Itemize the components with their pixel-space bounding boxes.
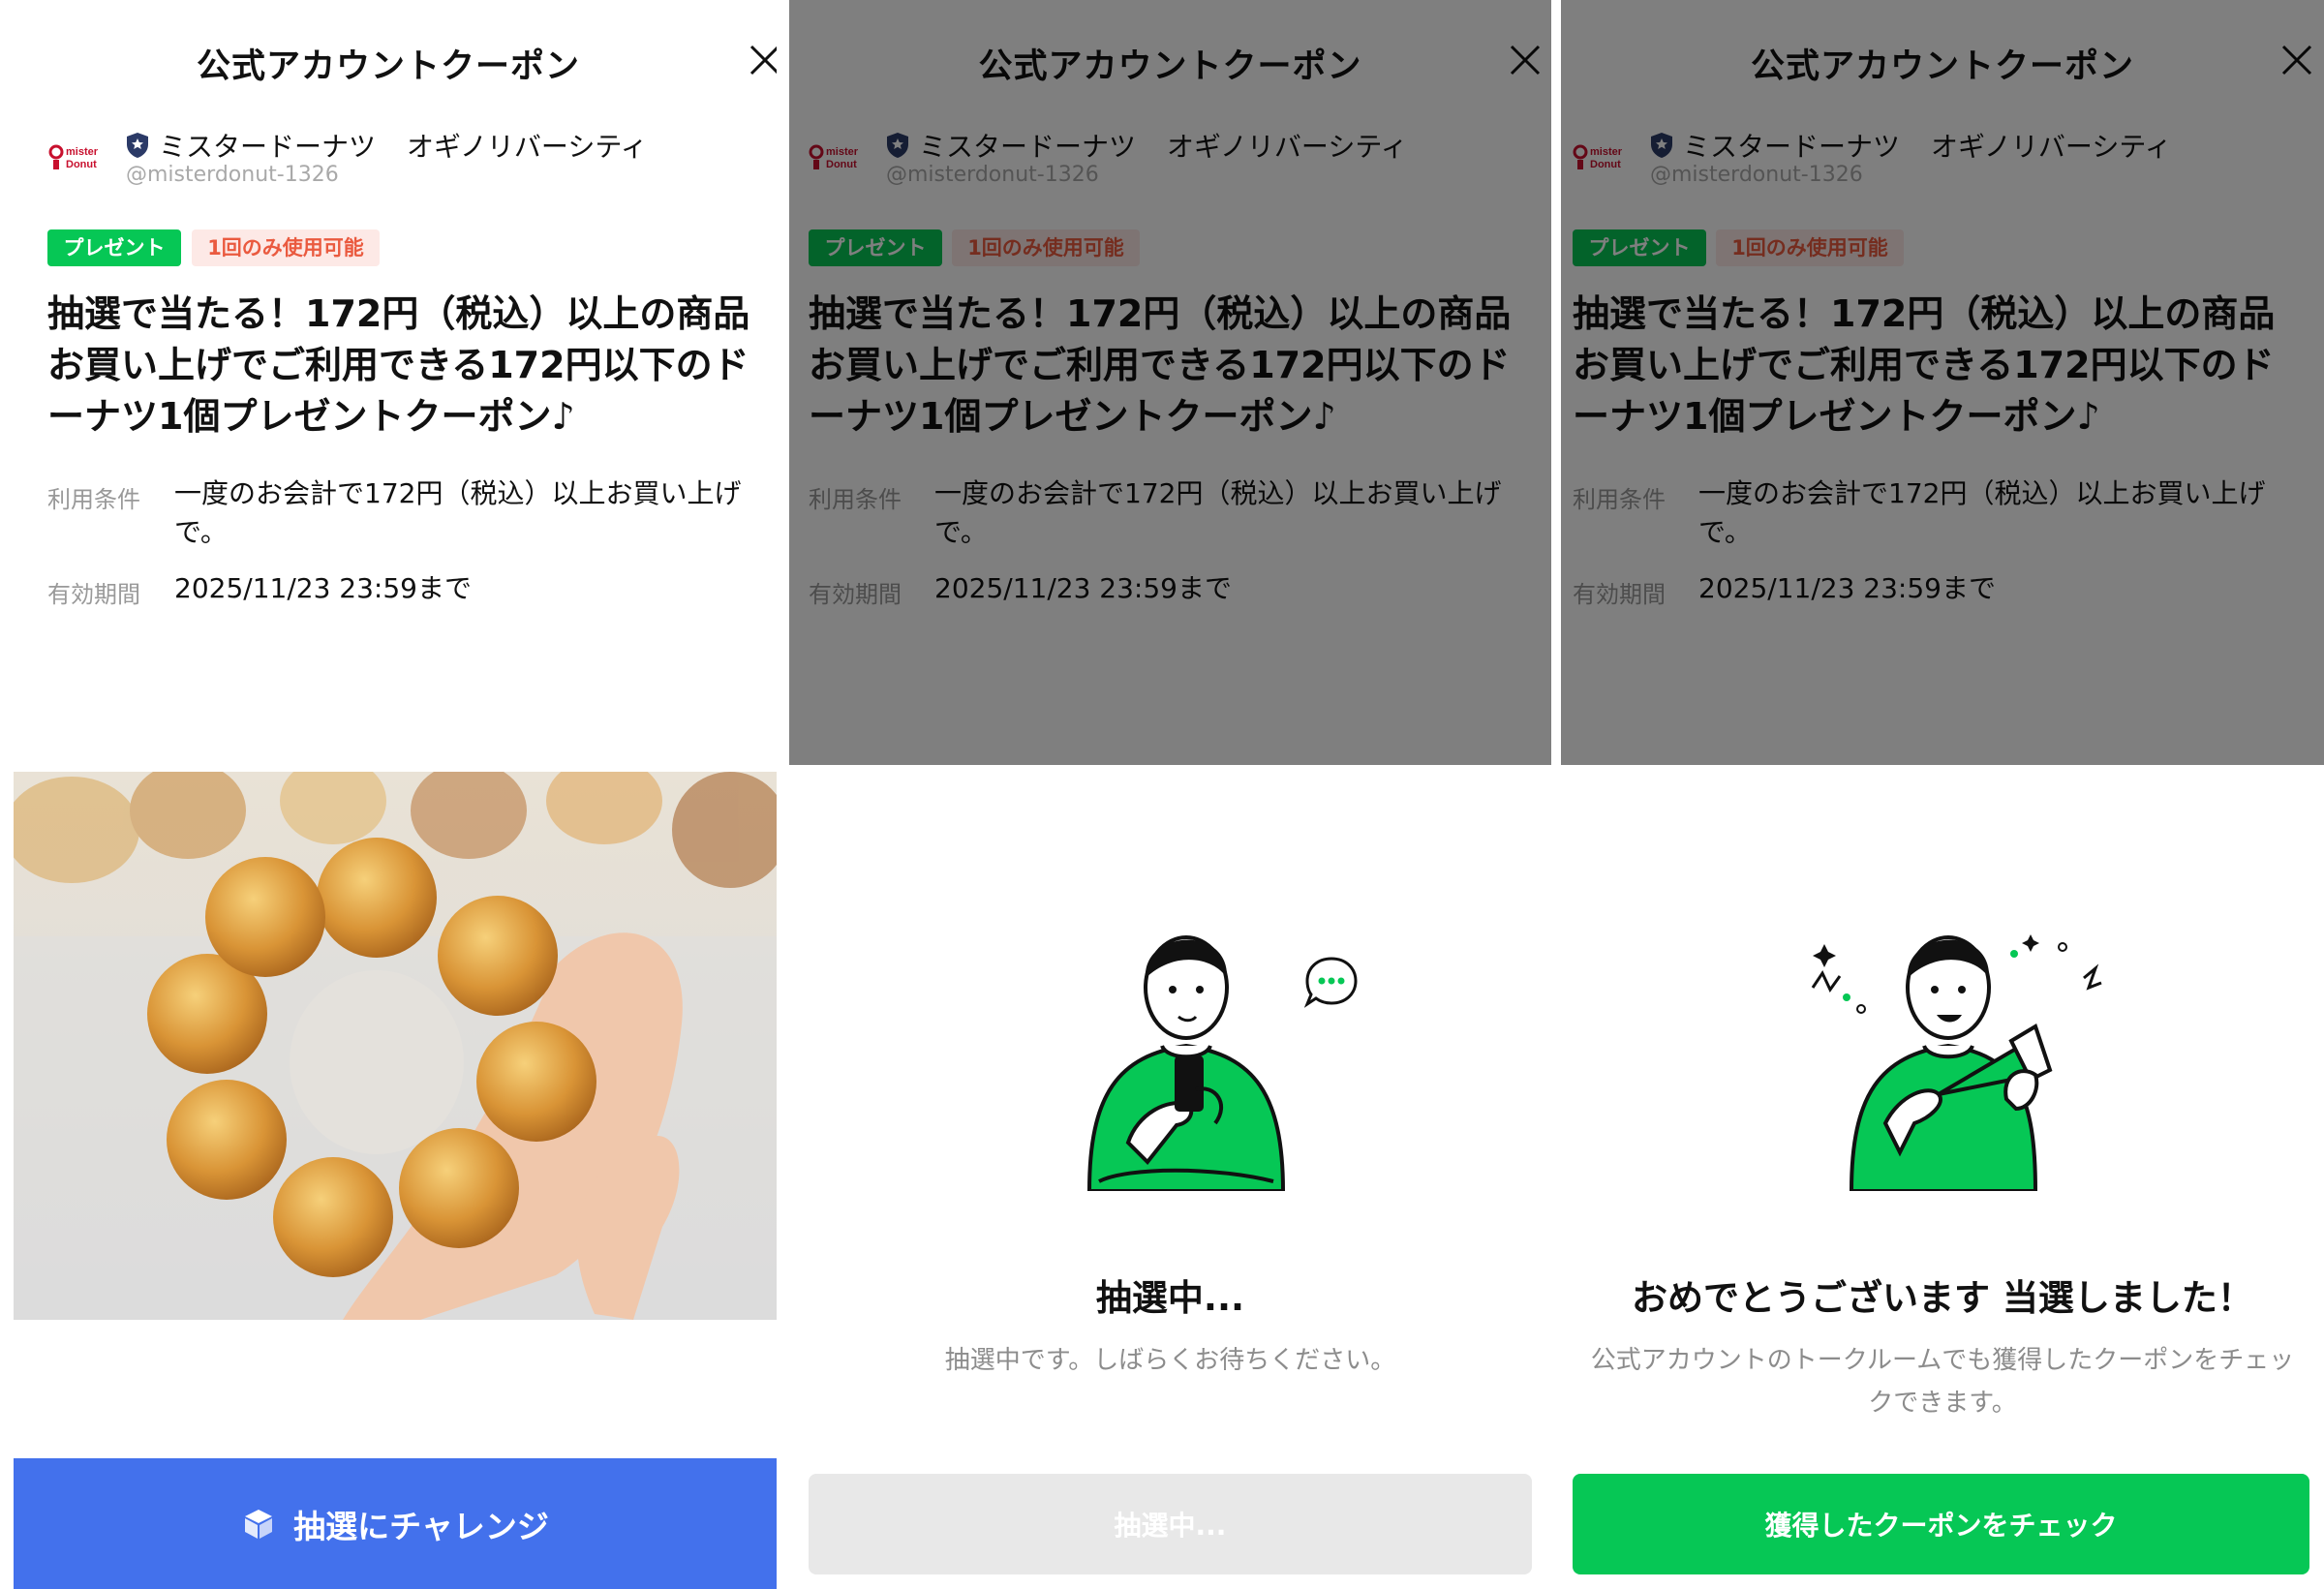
speech-bubble-icon (1303, 957, 1358, 1008)
account-name: ミスタードーナツ (159, 131, 377, 163)
conditions-label: 利用条件 (47, 486, 140, 513)
store-name: オギノリバーシティ (407, 131, 648, 163)
panel-divider (777, 0, 789, 765)
check-coupon-button[interactable]: 獲得したクーポンをチェック (1573, 1474, 2309, 1574)
status-title: おめでとうございます 当選しました！ (1632, 1277, 2253, 1319)
challenge-lottery-label: 抽選にチャレンジ (293, 1507, 549, 1545)
donut-photo (14, 772, 777, 1320)
logo-line2: Donut (66, 159, 97, 170)
page-title: 公式アカウントクーポン (196, 47, 580, 86)
coupon-title: 抽選で当たる！172円（税込）以上の商品お買い上げでご利用できる172円以下のド… (47, 292, 750, 438)
panel-divider (1551, 0, 1561, 765)
account-handle: @misterdonut-1326 (126, 163, 339, 187)
drawing-button: 抽選中... (809, 1474, 1532, 1574)
cube-icon (245, 1509, 273, 1539)
celebrating-person-illustration (1811, 934, 2102, 1191)
conditions-value: 一度のお会計で172円（税込）以上お買い上げで。 (174, 477, 742, 548)
expiry-value: 2025/11/23 23:59まで (174, 572, 472, 604)
status-subtitle: 抽選中です。しばらくお待ちください。 (944, 1346, 1396, 1375)
expiry-label: 有効期間 (47, 581, 140, 608)
status-title: 抽選中... (1095, 1277, 1245, 1319)
close-icon[interactable] (746, 41, 777, 79)
waiting-person-illustration (1086, 935, 1286, 1191)
challenge-lottery-button[interactable]: 抽選にチャレンジ (14, 1458, 777, 1589)
status-subtitle: 公式アカウントのトークルームでも獲得したクーポンをチェックできます。 (1590, 1346, 2295, 1418)
dim-overlay (789, 0, 1551, 765)
logo-line1: mister (66, 146, 99, 158)
coupon-panel-drawing: 公式アカウントクーポン mister Donut ミスタードーナツ オギノリバー… (789, 0, 1551, 1589)
account-row: ミスタードーナツ オギノリバーシティ (126, 126, 648, 165)
present-badge: プレゼント (47, 229, 181, 266)
shield-icon (127, 133, 148, 158)
mister-donut-logo: mister Donut (48, 144, 99, 170)
dim-overlay (1561, 0, 2324, 765)
coupon-panel-won: 公式アカウントクーポン mister Donut ミスタードーナツ オギノリバー… (1561, 0, 2324, 1589)
coupon-panel-initial: 公式アカウントクーポン mister Donut ミスタードーナツ オギノリバー… (0, 0, 777, 1589)
single-use-badge: 1回のみ使用可能 (192, 229, 380, 266)
